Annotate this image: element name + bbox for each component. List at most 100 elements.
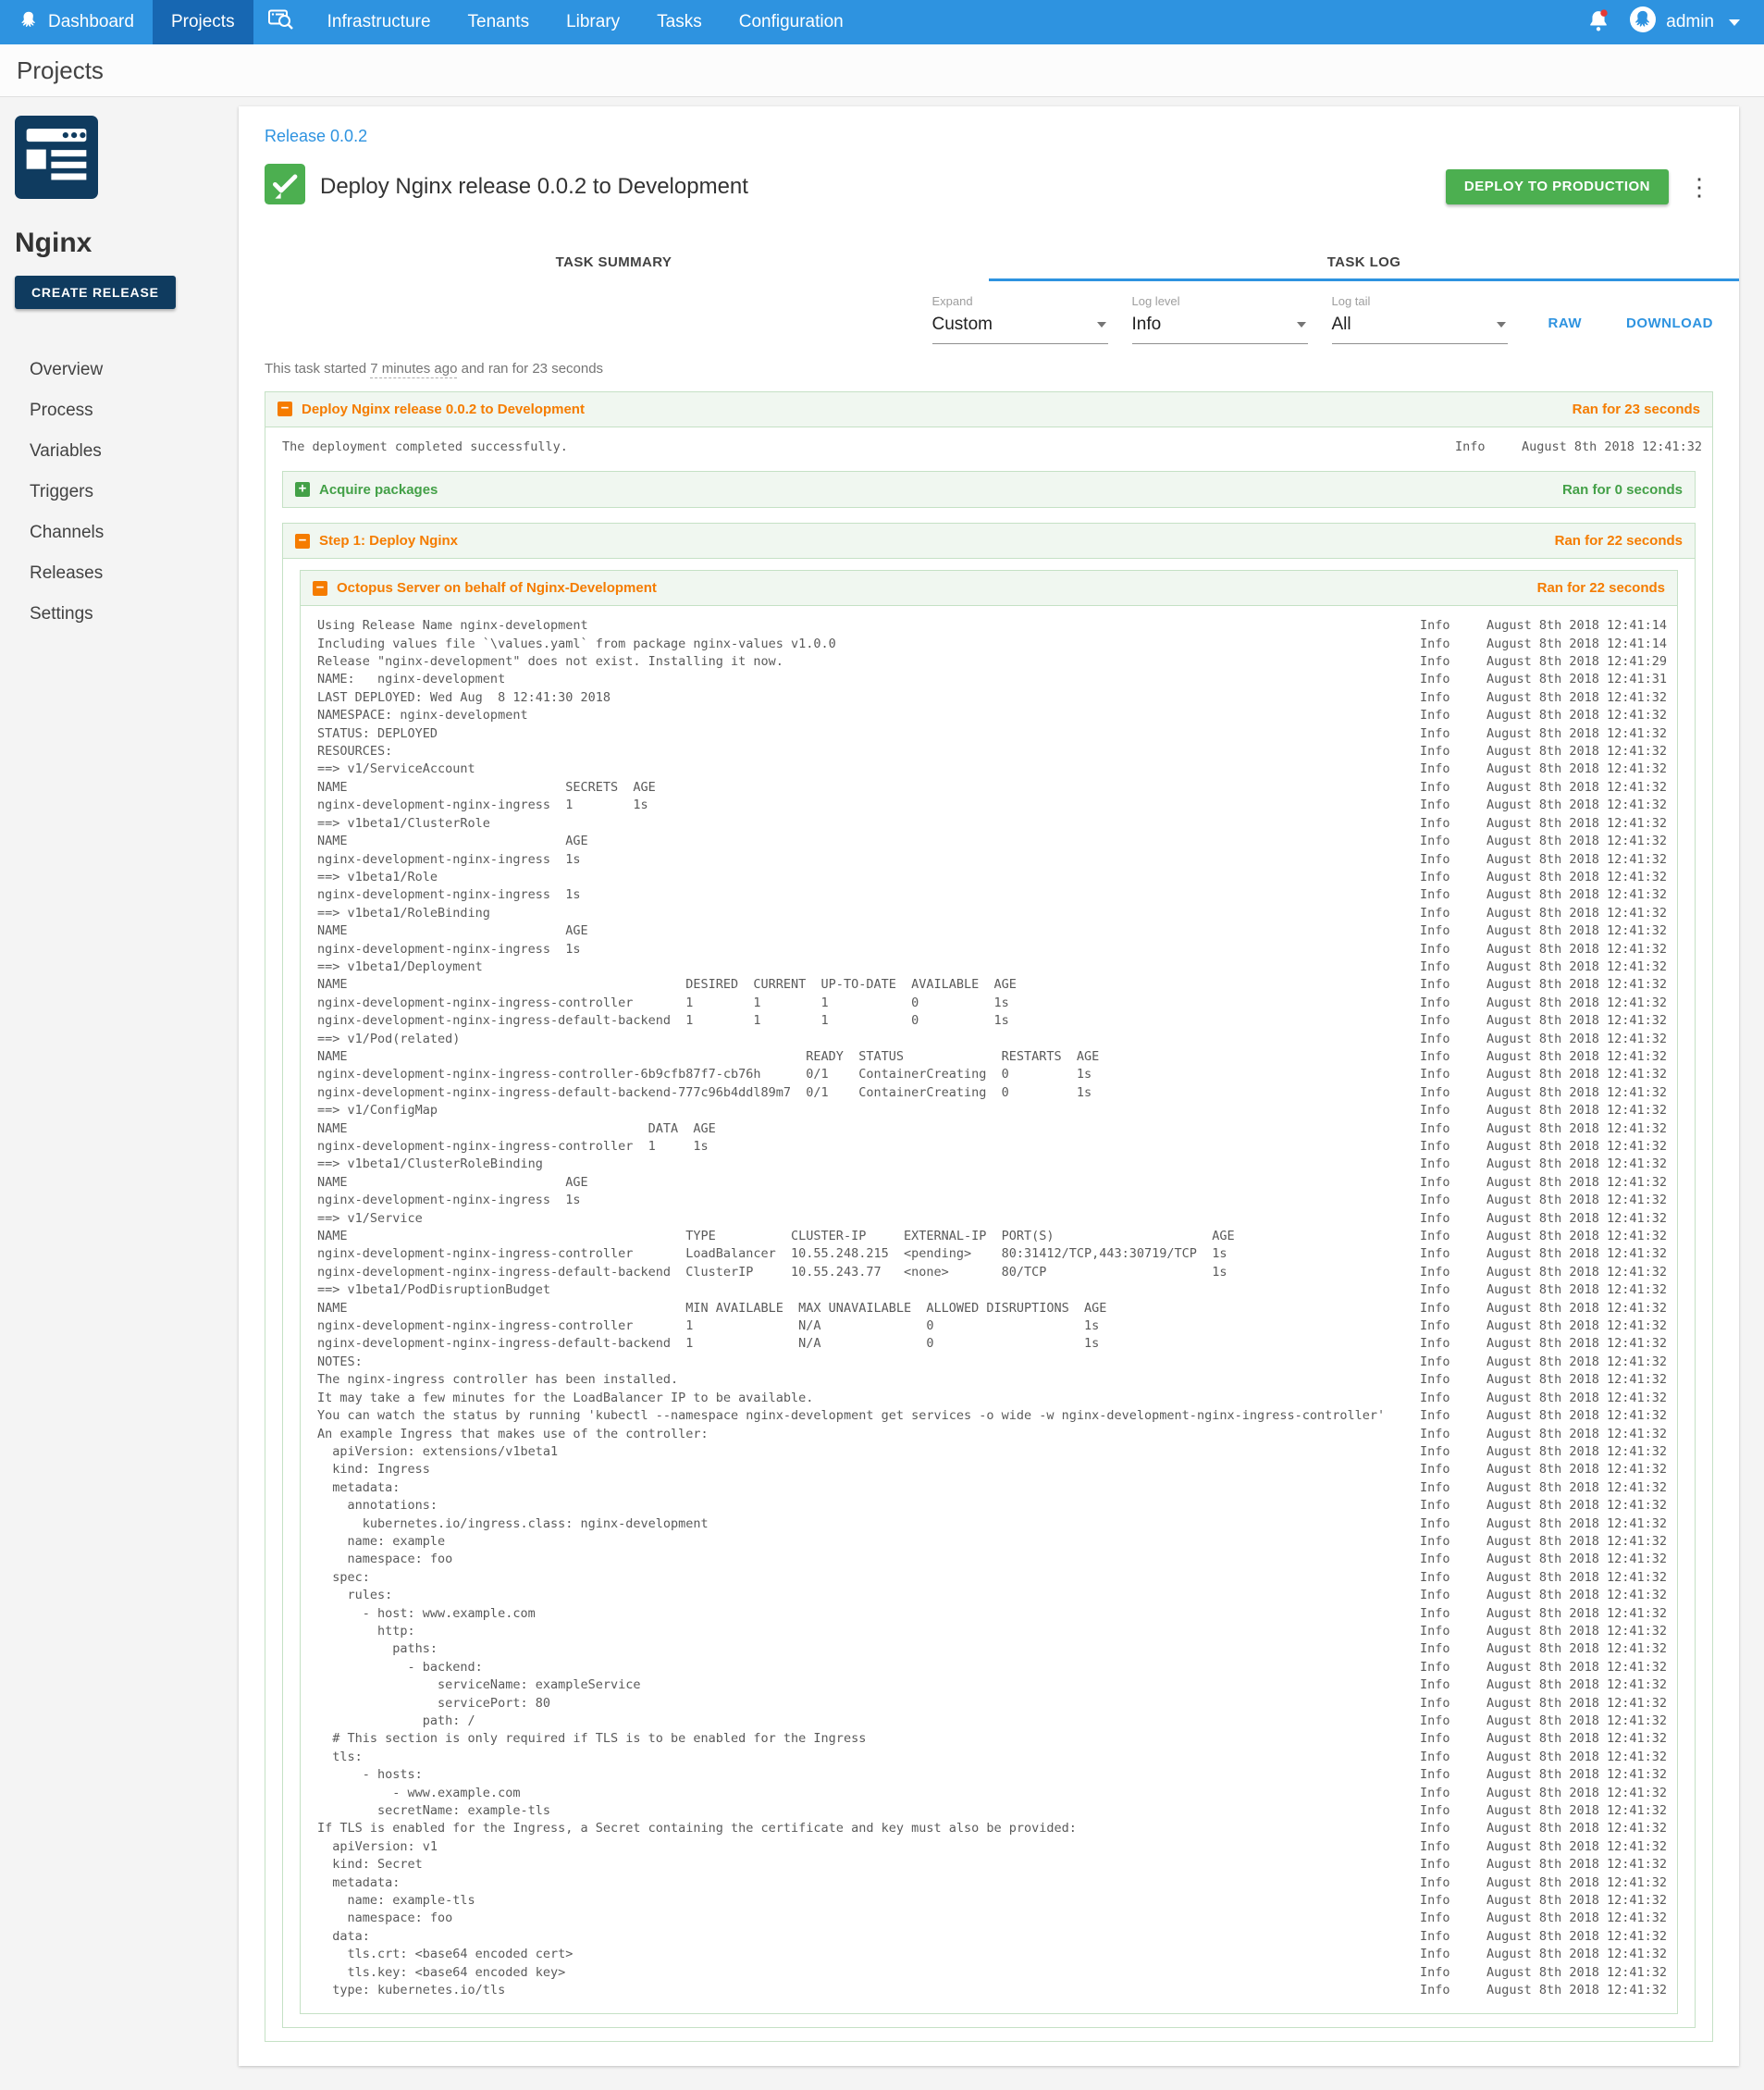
log-level-filter-label: Log level (1131, 293, 1180, 308)
log-line: nginx-development-nginx-ingress-default-… (317, 1336, 1668, 1352)
project-card-icon (15, 116, 239, 204)
log-line: RESOURCES: Info August 8th 2018 12:41:32 (317, 744, 1668, 760)
nav-item-search[interactable] (253, 0, 309, 44)
log-line: ==> v1/Service Info August 8th 2018 12:41:… (317, 1210, 1668, 1226)
task-log: Deploy Nginx release 0.0.2 to Developmen… (239, 377, 1739, 2066)
sidebar-item-releases[interactable]: Releases (15, 553, 239, 594)
log-section-title: Acquire packages (319, 481, 438, 498)
log-section-duration: Ran for 22 seconds (1536, 580, 1665, 597)
log-line: tls.key: <base64 encoded key> Info August … (317, 1964, 1668, 1980)
sidebar-item-overview[interactable]: Overview (15, 350, 239, 390)
overflow-menu-icon[interactable]: ⋮ (1687, 175, 1711, 199)
sidebar-item-settings[interactable]: Settings (15, 594, 239, 635)
log-tail-filter-value: All (1331, 314, 1351, 334)
expand-filter-select[interactable]: Custom (931, 308, 1108, 344)
log-line: NAME SECRETS AGE Info August 8th 2018 12:4… (317, 779, 1668, 795)
log-line: serviceName: exampleService Info August 8t… (317, 1677, 1668, 1693)
expand-filter-value: Custom (931, 314, 993, 334)
collapse-icon[interactable] (295, 533, 310, 549)
tab-task-log[interactable]: TASK LOG (989, 242, 1739, 281)
log-tail-filter-select[interactable]: All (1331, 308, 1508, 344)
log-section-title: Octopus Server on behalf of Nginx-Develo… (337, 580, 657, 597)
log-line: name: example-tls Info August 8th 2018 12:… (317, 1893, 1668, 1909)
log-level-filter-select[interactable]: Info (1131, 308, 1308, 344)
log-line: If TLS is enabled for the Ingress, a Sec… (317, 1821, 1668, 1836)
collapse-icon[interactable] (278, 402, 292, 417)
log-line: NAME: nginx-development Info August 8th 20… (317, 672, 1668, 687)
nav-item-projects[interactable]: Projects (152, 0, 253, 44)
log-section-duration: Ran for 0 seconds (1561, 481, 1683, 498)
task-card: Release 0.0.2 Deploy Nginx release 0.0.2… (239, 106, 1739, 2066)
log-section-octopus-server: Octopus Server on behalf of Nginx-Develo… (300, 570, 1678, 2014)
nav-item-label: Tasks (657, 12, 702, 31)
log-line: NOTES: Info August 8th 2018 12:41:32 (317, 1354, 1668, 1369)
log-section-acquire-header[interactable]: Acquire packages Ran for 0 seconds (283, 472, 1695, 508)
log-line: ==> v1/ConfigMap Info August 8th 2018 12:4… (317, 1103, 1668, 1119)
log-line: nginx-development-nginx-ingress-default-… (317, 1013, 1668, 1029)
log-line: nginx-development-nginx-ingress-controll… (317, 995, 1668, 1010)
nav-item-tenants[interactable]: Tenants (450, 0, 549, 44)
sidebar-item-triggers[interactable]: Triggers (15, 472, 239, 513)
notifications-button[interactable] (1588, 8, 1609, 36)
nav-item-configuration[interactable]: Configuration (721, 0, 862, 44)
deploy-to-production-button[interactable]: DEPLOY TO PRODUCTION (1445, 168, 1669, 204)
log-section-title: Deploy Nginx release 0.0.2 to Developmen… (302, 401, 585, 417)
log-line: http: Info August 8th 2018 12:41:32 (317, 1623, 1668, 1639)
raw-link[interactable]: RAW (1548, 315, 1583, 331)
log-line: NAME READY STATUS RESTARTS AGE Info August… (317, 1048, 1668, 1064)
log-line: paths: Info August 8th 2018 12:41:32 (317, 1641, 1668, 1657)
log-line: Including values file `\values.yaml` fro… (317, 636, 1668, 651)
log-line: NAME AGE Info August 8th 2018 12:41:32 (317, 1174, 1668, 1190)
create-release-button[interactable]: CREATE RELEASE (15, 276, 176, 309)
log-line: nginx-development-nginx-ingress-controll… (317, 1067, 1668, 1082)
log-line: ==> v1beta1/ClusterRoleBinding Info August… (317, 1156, 1668, 1172)
log-line: ==> v1beta1/PodDisruptionBudget Info Augus… (317, 1282, 1668, 1298)
nav-item-label: Library (566, 12, 621, 31)
download-link[interactable]: DOWNLOAD (1626, 315, 1713, 331)
nav-item-infrastructure[interactable]: Infrastructure (309, 0, 450, 44)
expand-icon[interactable] (295, 482, 310, 498)
chevron-down-icon (1496, 321, 1506, 328)
user-menu[interactable]: admin (1629, 6, 1740, 39)
log-line: nginx-development-nginx-ingress 1s Info Au… (317, 1193, 1668, 1208)
log-section-step1-header[interactable]: Step 1: Deploy Nginx Ran for 22 seconds (283, 524, 1695, 560)
release-breadcrumb-link[interactable]: Release 0.0.2 (265, 127, 367, 145)
log-level-filter-value: Info (1131, 314, 1162, 334)
log-filters: Expand Custom Log level Info Log tail Al… (239, 281, 1739, 344)
log-section-acquire-packages: Acquire packages Ran for 0 seconds (282, 471, 1696, 509)
log-line: It may take a few minutes for the LoadBa… (317, 1390, 1668, 1405)
task-meta-time-ago[interactable]: 7 minutes ago (370, 360, 458, 378)
log-line: - hosts: Info August 8th 2018 12:41:32 (317, 1767, 1668, 1783)
log-line: The nginx-ingress controller has been in… (317, 1372, 1668, 1388)
nav-item-dashboard[interactable]: Dashboard (0, 0, 153, 44)
log-line: namespace: foo Info August 8th 2018 12:41:… (317, 1552, 1668, 1567)
log-line: ==> v1beta1/Role Info August 8th 2018 12:4… (317, 869, 1668, 884)
octopus-logo-icon (19, 9, 39, 35)
log-line: Using Release Name nginx-development Info… (317, 618, 1668, 634)
log-tail-filter: Log tail All (1331, 294, 1508, 344)
tab-task-summary[interactable]: TASK SUMMARY (239, 242, 989, 281)
log-section-deploy-header[interactable]: Deploy Nginx release 0.0.2 to Developmen… (265, 391, 1712, 427)
log-line: apiVersion: v1 Info August 8th 2018 12:41:… (317, 1838, 1668, 1854)
log-line: - host: www.example.com Info August 8th 20… (317, 1605, 1668, 1621)
nav-item-tasks[interactable]: Tasks (638, 0, 721, 44)
nav-item-library[interactable]: Library (548, 0, 638, 44)
log-line: nginx-development-nginx-ingress 1s Info Au… (317, 941, 1668, 957)
log-line: rules: Info August 8th 2018 12:41:32 (317, 1588, 1668, 1603)
top-nav: Dashboard Projects Infrastructure Tenant… (0, 0, 1764, 44)
sidebar-item-channels[interactable]: Channels (15, 513, 239, 553)
log-line: secretName: example-tls Info August 8th 20… (317, 1803, 1668, 1819)
log-section-octopus-server-header[interactable]: Octopus Server on behalf of Nginx-Develo… (301, 571, 1677, 607)
sidebar-item-variables[interactable]: Variables (15, 431, 239, 472)
task-meta: This task started 7 minutes ago and ran … (239, 344, 1739, 378)
sidebar-item-process[interactable]: Process (15, 390, 239, 431)
log-line: ==> v1beta1/RoleBinding Info August 8th 20… (317, 905, 1668, 921)
project-menu: Overview Process Variables Triggers Chan… (15, 350, 239, 635)
log-line: ==> v1beta1/ClusterRole Info August 8th 20… (317, 815, 1668, 831)
log-line: # This section is only required if TLS i… (317, 1731, 1668, 1747)
collapse-icon[interactable] (313, 580, 327, 596)
log-line: kind: Secret Info August 8th 2018 12:41:32 (317, 1857, 1668, 1873)
log-section-duration: Ran for 22 seconds (1554, 533, 1683, 550)
project-name: Nginx (15, 228, 93, 258)
nav-item-label: Dashboard (48, 12, 134, 31)
